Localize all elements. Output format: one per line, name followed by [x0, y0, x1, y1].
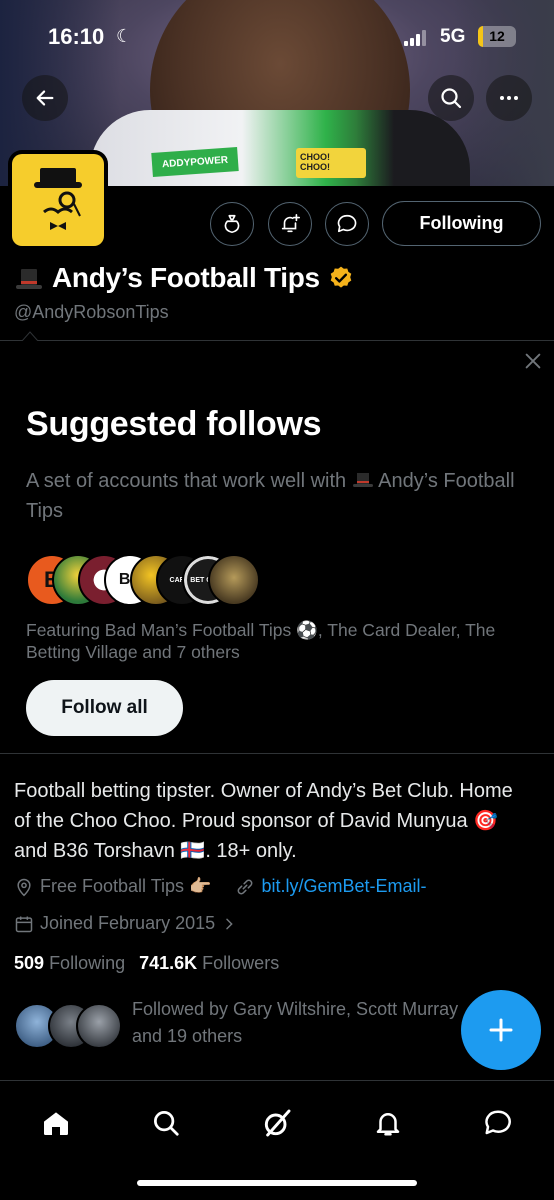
bell-plus-icon [281, 214, 300, 233]
followed-by-avatar[interactable] [76, 1003, 122, 1049]
moon-icon: ☾ [116, 26, 133, 46]
status-bar: 16:10 ☾ 5G 12 [0, 0, 554, 70]
following-button[interactable]: Following [382, 201, 541, 246]
battery-level: 12 [489, 28, 505, 44]
following-count: 509 [14, 953, 45, 973]
location-icon [17, 878, 31, 896]
profile-meta-row: Free Football Tips 👉🏼 bit.ly/GemBet-Emai… [14, 876, 427, 897]
network-type: 5G [440, 26, 466, 47]
top-hat-monocle-logo-icon [34, 168, 82, 230]
followers-label: Followers [202, 953, 280, 973]
plus-icon [489, 1018, 513, 1042]
nav-search[interactable] [144, 1101, 188, 1145]
banner-choo-logo: CHOO! CHOO! [296, 148, 366, 178]
caret-icon [22, 331, 38, 341]
notifications-button[interactable] [268, 202, 312, 246]
back-button[interactable] [22, 75, 68, 121]
back-arrow-icon [36, 90, 54, 106]
battery-icon: 12 [478, 26, 516, 47]
suggested-subtitle: A set of accounts that work well with An… [26, 466, 526, 526]
suggested-featuring: Featuring Bad Man’s Football Tips ⚽, The… [26, 620, 496, 662]
messages-icon [485, 1110, 511, 1135]
display-name: Andy’s Football Tips [52, 262, 320, 293]
nav-messages[interactable] [476, 1101, 520, 1145]
grok-icon [264, 1109, 291, 1137]
signal-icon [404, 30, 426, 46]
follow-all-button[interactable]: Follow all [26, 680, 183, 736]
profile-bio: Football betting tipster. Owner of Andy’… [14, 780, 513, 862]
compose-button[interactable] [461, 990, 541, 1070]
following-stat[interactable]: 509 Following [14, 953, 125, 974]
profile-location: Free Football Tips 👉🏼 [40, 876, 212, 896]
nav-home[interactable] [34, 1101, 78, 1145]
suggested-title: Suggested follows [26, 405, 322, 443]
profile-stats: 509 Following 741.6K Followers [14, 953, 279, 974]
avatar-logo [12, 154, 104, 246]
suggested-avatar [208, 554, 260, 606]
followers-stat[interactable]: 741.6K Followers [139, 953, 279, 974]
profile-search-button[interactable] [428, 75, 474, 121]
suggested-bottom-divider [0, 753, 554, 754]
tip-button[interactable] [210, 202, 254, 246]
nav-grok[interactable] [255, 1101, 299, 1145]
top-hat-icon [14, 263, 44, 293]
banner-shirt [90, 110, 470, 186]
suggested-subtitle-prefix: A set of accounts that work well with [26, 470, 347, 492]
profile-avatar[interactable] [8, 150, 108, 250]
profile-website-link[interactable]: bit.ly/GemBet-Email- [261, 876, 426, 897]
suggested-top-divider [0, 340, 554, 341]
home-icon [44, 1112, 68, 1135]
profile-joined-row[interactable]: Joined February 2015 [14, 913, 237, 934]
more-icon [500, 96, 518, 100]
followed-by-text[interactable]: Followed by Gary Wiltshire, Scott Murray… [132, 996, 492, 1050]
link-icon [238, 879, 253, 894]
followers-count: 741.6K [139, 953, 198, 973]
more-button[interactable] [486, 75, 532, 121]
profile-handle: @AndyRobsonTips [14, 302, 169, 322]
top-hat-icon [352, 469, 374, 489]
money-bag-icon [224, 214, 240, 234]
bell-icon [376, 1113, 400, 1136]
close-suggested-icon[interactable] [522, 350, 544, 372]
calendar-icon [15, 916, 33, 932]
nav-notifications[interactable] [366, 1101, 410, 1145]
message-button[interactable] [325, 202, 369, 246]
home-indicator [137, 1180, 417, 1186]
status-time: 16:10 [48, 24, 105, 49]
search-icon [154, 1111, 179, 1136]
profile-name-row: Andy’s Football Tips [14, 262, 354, 294]
message-icon [337, 214, 357, 233]
profile-joined-date: Joined February 2015 [40, 913, 216, 933]
search-icon [441, 88, 462, 109]
verified-badge-icon[interactable] [328, 265, 354, 291]
chevron-right-icon [226, 918, 233, 929]
following-label: Following [49, 953, 126, 973]
